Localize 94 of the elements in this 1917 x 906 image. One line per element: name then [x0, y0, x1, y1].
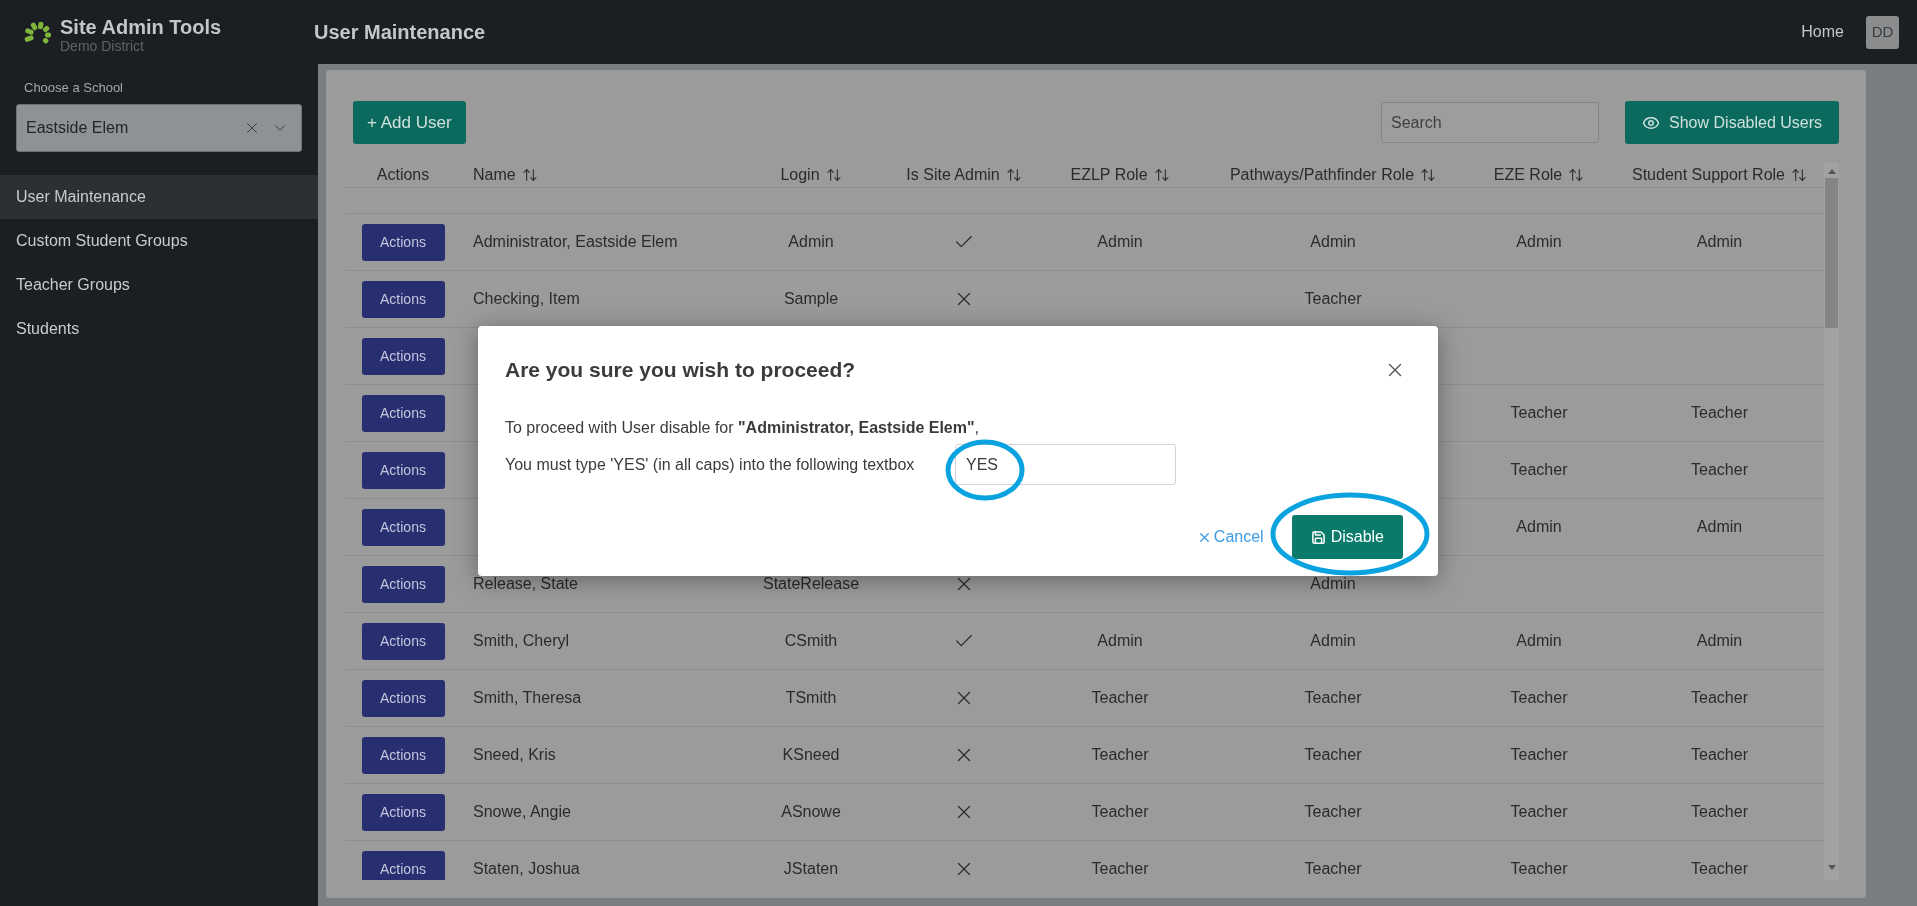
- table-cell-text: Sneed, Kris: [473, 745, 556, 765]
- sort-icon[interactable]: [1005, 167, 1022, 183]
- table-cell-text: TSmith: [785, 688, 837, 708]
- table-cell-text: Teacher: [1304, 289, 1362, 309]
- school-select[interactable]: Eastside Elem: [16, 103, 302, 152]
- table-cell-text: ASnowe: [781, 802, 841, 822]
- table-cell-text: Admin: [1696, 232, 1743, 252]
- table-cell-text: Teacher: [1691, 460, 1748, 480]
- scroll-up-icon[interactable]: [1827, 169, 1836, 174]
- table-cell-text: Teacher: [1304, 859, 1362, 879]
- dialog-prompt: You must type 'YES' (in all caps) into the following textbox: [505, 454, 916, 475]
- table-cell-text: Teacher: [1691, 859, 1748, 879]
- actions-button[interactable]: Actions: [361, 280, 445, 318]
- scroll-down-icon[interactable]: [1827, 865, 1836, 870]
- table-cell-text: Admin: [1310, 574, 1356, 594]
- table-cell-text: Teacher: [1304, 745, 1362, 765]
- table-cell-text: Teacher: [1691, 802, 1748, 822]
- home-link[interactable]: Home: [1801, 20, 1844, 44]
- table-cell-text: Teacher: [1510, 688, 1568, 708]
- actions-button[interactable]: Actions: [361, 223, 445, 261]
- actions-button[interactable]: Actions: [361, 394, 445, 432]
- page-title: User Maintenance: [314, 20, 487, 45]
- column-header[interactable]: EZE Role: [1493, 163, 1563, 187]
- table-cell-text: Admin: [1696, 517, 1743, 537]
- table-cell-text: Release, State: [473, 574, 578, 594]
- table-cell-text: Admin: [788, 232, 834, 252]
- table-cell-text: Teacher: [1091, 859, 1149, 879]
- table-cell-text: Teacher: [1510, 745, 1568, 765]
- column-header[interactable]: Student Support Role: [1632, 163, 1785, 187]
- confirmation-field[interactable]: YES: [955, 444, 1176, 485]
- actions-button[interactable]: Actions: [361, 565, 445, 603]
- table-cell-text: Teacher: [1510, 403, 1568, 423]
- column-header[interactable]: Login: [780, 163, 820, 187]
- table-cell-text: Admin: [1516, 232, 1562, 252]
- add-user-button[interactable]: + Add User: [353, 101, 466, 144]
- table-cell-text: StateRelease: [762, 574, 860, 594]
- table-cell-text: Teacher: [1691, 688, 1748, 708]
- actions-button[interactable]: Actions: [361, 679, 445, 717]
- actions-button[interactable]: Actions: [361, 850, 445, 880]
- scrollbar[interactable]: [1824, 163, 1839, 880]
- scrollbar-thumb[interactable]: [1825, 178, 1838, 328]
- dialog-title: Are you sure you wish to proceed?: [505, 357, 856, 384]
- table-cell-text: Teacher: [1691, 403, 1748, 423]
- save-icon: [1310, 529, 1326, 545]
- actions-button[interactable]: Actions: [361, 622, 445, 660]
- column-header[interactable]: Actions: [376, 163, 430, 187]
- column-header[interactable]: EZLP Role: [1070, 163, 1148, 187]
- dialog-message: To proceed with User disable for "Administrator, Eastside Elem",: [505, 418, 981, 438]
- search-field[interactable]: Search: [1381, 102, 1600, 143]
- table-cell-text: Teacher: [1510, 802, 1568, 822]
- table-cell-text: Admin: [1516, 517, 1562, 537]
- table-cell-text: Admin: [1310, 232, 1356, 252]
- disable-button[interactable]: Disable: [1291, 515, 1403, 559]
- actions-button[interactable]: Actions: [361, 451, 445, 489]
- actions-button[interactable]: Actions: [361, 736, 445, 774]
- table-cell-text: Smith, Theresa: [473, 688, 582, 708]
- table-cell-text: Teacher: [1691, 745, 1748, 765]
- sort-icon[interactable]: [1568, 167, 1585, 183]
- table-cell-text: Admin: [1097, 631, 1143, 651]
- table-cell-text: Staten, Joshua: [473, 859, 580, 879]
- table-cell-text: Teacher: [1510, 859, 1568, 879]
- table-cell-text: JStaten: [783, 859, 839, 879]
- sidebar-item[interactable]: User Maintenance: [0, 174, 318, 219]
- table-cell-text: Teacher: [1304, 802, 1362, 822]
- column-header[interactable]: Pathways/Pathfinder Role: [1229, 163, 1415, 187]
- district-name: Demo District: [60, 39, 145, 53]
- table-cell-text: Snowe, Angie: [473, 802, 571, 822]
- table-cell-text: Teacher: [1510, 460, 1568, 480]
- table-cell-text: CSmith: [784, 631, 838, 651]
- actions-button[interactable]: Actions: [361, 508, 445, 546]
- sort-icon[interactable]: [1420, 167, 1437, 183]
- school-label: Choose a School: [23, 79, 124, 97]
- table-cell-text: Teacher: [1091, 802, 1149, 822]
- sort-icon[interactable]: [1153, 167, 1170, 183]
- actions-button[interactable]: Actions: [361, 337, 445, 375]
- table-cell-text: Administrator, Eastside Elem: [473, 232, 678, 252]
- column-header[interactable]: Name: [473, 163, 516, 187]
- table-cell-text: Admin: [1097, 232, 1143, 252]
- sort-icon[interactable]: [521, 167, 538, 183]
- table-cell-text: Smith, Cheryl: [473, 631, 570, 651]
- table-cell-text: Admin: [1696, 631, 1743, 651]
- table-cell-text: KSneed: [782, 745, 840, 765]
- table-cell-text: Admin: [1516, 631, 1562, 651]
- table-cell-text: Teacher: [1304, 688, 1362, 708]
- column-header[interactable]: Is Site Admin: [906, 163, 1000, 187]
- app-title: Site Admin Tools: [60, 17, 222, 37]
- table-cell-text: Teacher: [1091, 688, 1149, 708]
- table-cell-text: Sample: [783, 289, 839, 309]
- table-cell-text: Admin: [1310, 631, 1356, 651]
- sort-icon[interactable]: [1791, 167, 1807, 183]
- table-cell-text: Checking, Item: [473, 289, 580, 309]
- sort-icon[interactable]: [825, 167, 842, 183]
- actions-button[interactable]: Actions: [361, 793, 445, 831]
- table-cell-text: Teacher: [1091, 745, 1149, 765]
